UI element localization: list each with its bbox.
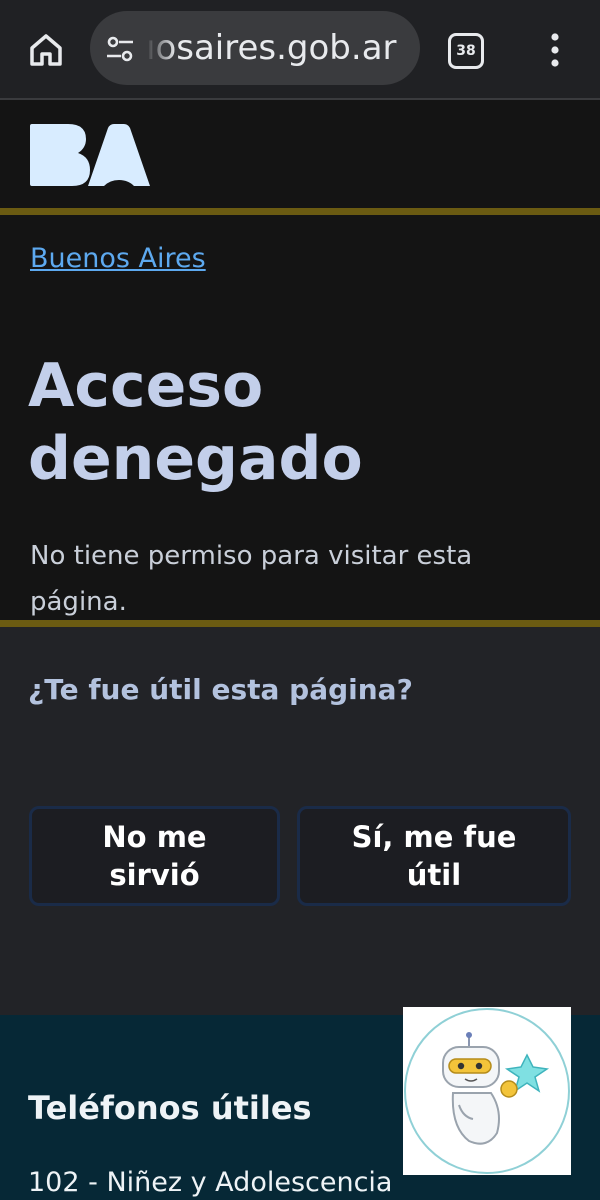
home-icon[interactable] (24, 28, 68, 72)
url-text[interactable]: ıosaires.gob.ar (146, 11, 410, 85)
site-header (0, 100, 600, 208)
chatbot-robot-icon (404, 1008, 570, 1174)
footer-heading: Teléfonos útiles (28, 1089, 312, 1127)
ba-logo[interactable] (28, 122, 152, 188)
page-description: No tiene permiso para visitar esta págin… (30, 541, 473, 617)
site-settings-icon[interactable] (104, 33, 136, 65)
header-divider (0, 208, 600, 215)
not-useful-button[interactable]: No me sirvió (29, 806, 280, 906)
main-content: Buenos Aires Acceso denegado No tiene pe… (0, 215, 600, 620)
content-divider (0, 620, 600, 627)
useful-button[interactable]: Sí, me fue útil (297, 806, 571, 906)
useful-label: Sí, me fue útil (351, 820, 517, 892)
address-bar[interactable]: ıosaires.gob.ar (90, 11, 420, 85)
feedback-section: ¿Te fue útil esta página? No me sirvió S… (0, 627, 600, 1015)
browser-toolbar: ıosaires.gob.ar 38 (0, 0, 600, 100)
feedback-question: ¿Te fue útil esta página? (28, 673, 413, 706)
tab-switcher-icon[interactable]: 38 (448, 33, 484, 69)
footer-phone-link[interactable]: 102 - Niñez y Adolescencia (28, 1167, 392, 1198)
breadcrumb-link[interactable]: Buenos Aires (30, 243, 206, 274)
page-title: Acceso denegado (28, 351, 363, 494)
more-options-icon[interactable] (540, 28, 570, 72)
chatbot-button[interactable] (403, 1007, 571, 1175)
not-useful-label: No me sirvió (102, 820, 207, 892)
